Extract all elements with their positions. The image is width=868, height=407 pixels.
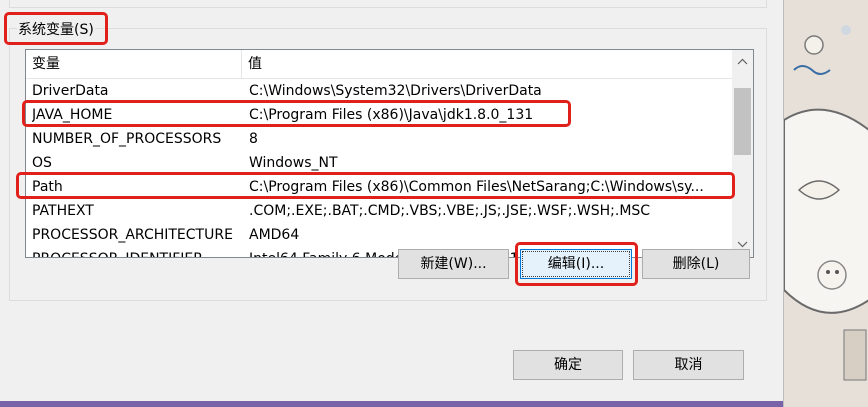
variable-value: 8 [249, 131, 258, 147]
table-row[interactable]: NUMBER_OF_PROCESSORS 8 [26, 127, 732, 151]
system-variables-group-title: 系统变量(S) [17, 19, 95, 39]
variable-name: Path [32, 179, 63, 195]
delete-variable-button[interactable]: 删除(L) [642, 249, 750, 279]
variable-value: .COM;.EXE;.BAT;.CMD;.VBS;.VBE;.JS;.JSE;.… [249, 203, 651, 219]
edit-variable-button[interactable]: 编辑(I)... [520, 249, 632, 279]
variable-name: OS [32, 155, 52, 171]
table-row[interactable]: OS Windows_NT [26, 151, 732, 175]
table-row[interactable]: JAVA_HOME C:\Program Files (x86)\Java\jd… [26, 103, 732, 127]
cancel-button[interactable]: 取消 [633, 350, 744, 380]
system-variables-list[interactable]: 变量 值 DriverData C:\Windows\System32\Driv… [25, 49, 754, 258]
vertical-scrollbar[interactable] [732, 50, 753, 257]
desktop-wallpaper [783, 0, 868, 407]
environment-variables-dialog: 系统变量(S) 变量 值 DriverData C:\Windows\Syste… [0, 0, 783, 407]
variable-name: PROCESSOR_ARCHITECTURE [32, 227, 233, 243]
taskbar-edge [0, 401, 783, 407]
variable-name: PATHEXT [32, 203, 94, 219]
user-variables-panel-edge [9, 0, 767, 8]
list-body: DriverData C:\Windows\System32\Drivers\D… [26, 79, 732, 257]
chevron-up-icon[interactable] [732, 50, 753, 74]
table-row[interactable]: DriverData C:\Windows\System32\Drivers\D… [26, 79, 732, 103]
table-row[interactable]: PATHEXT .COM;.EXE;.BAT;.CMD;.VBS;.VBE;.J… [26, 199, 732, 223]
variable-value: C:\Program Files (x86)\Java\jdk1.8.0_131 [249, 107, 534, 123]
variable-name: DriverData [32, 83, 109, 99]
column-header-name[interactable]: 变量 [26, 50, 242, 78]
table-row[interactable]: PROCESSOR_ARCHITECTURE AMD64 [26, 223, 732, 247]
variable-value: Windows_NT [249, 155, 338, 171]
table-row[interactable]: Path C:\Program Files (x86)\Common Files… [26, 175, 732, 199]
variable-name: NUMBER_OF_PROCESSORS [32, 131, 222, 147]
variable-value: C:\Program Files (x86)\Common Files\NetS… [249, 179, 704, 195]
ok-button[interactable]: 确定 [513, 350, 623, 380]
scroll-thumb[interactable] [734, 88, 751, 155]
wallpaper-artwork [784, 0, 868, 407]
variable-name: PROCESSOR_IDENTIFIER [32, 247, 242, 257]
new-variable-button[interactable]: 新建(W)... [398, 249, 509, 279]
variable-value: C:\Windows\System32\Drivers\DriverData [249, 83, 542, 99]
list-header: 变量 值 [26, 50, 732, 79]
variable-name: JAVA_HOME [32, 107, 113, 123]
variable-value: AMD64 [249, 227, 300, 243]
column-header-value[interactable]: 值 [242, 50, 718, 78]
